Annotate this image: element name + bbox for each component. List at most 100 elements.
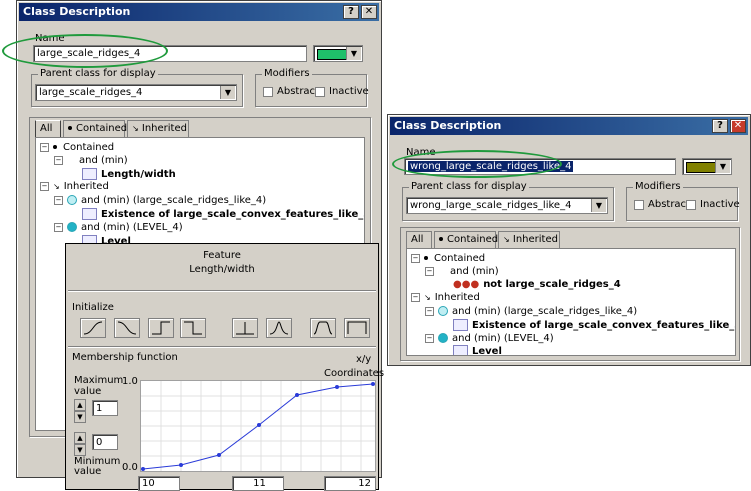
membership-point[interactable]	[141, 467, 145, 471]
init-range-button[interactable]	[310, 318, 336, 338]
tree-label: Existence of large_scale_convex_features…	[101, 209, 364, 220]
membership-graph[interactable]	[140, 380, 376, 472]
tree-label: and (min)	[79, 155, 128, 166]
annotation-oval	[2, 34, 168, 68]
inactive-checkbox[interactable]	[315, 87, 325, 97]
chevron-down-icon: ▼	[346, 47, 361, 60]
help-button[interactable]: ?	[712, 119, 728, 133]
window-title: Class Description	[394, 119, 502, 132]
tree-node-and-min-ridges[interactable]: − and (min) (large_scale_ridges_like_4)	[54, 195, 266, 206]
tree-node-existence[interactable]: Existence of large_scale_convex_features…	[82, 208, 364, 220]
tree-label: Existence of large_scale_convex_features…	[472, 320, 735, 331]
collapse-icon: −	[425, 266, 434, 276]
tab-all[interactable]: All	[406, 231, 432, 248]
init-full-button[interactable]	[344, 318, 370, 338]
init-single-button[interactable]	[232, 318, 258, 338]
tree-node-level[interactable]: Level	[453, 345, 502, 355]
tree-node-and-min[interactable]: − and (min)	[425, 266, 499, 277]
modifiers-label: Modifiers	[633, 181, 683, 192]
title-bar[interactable]: Class Description ? ✕	[19, 3, 379, 21]
init-gauss-button[interactable]	[266, 318, 292, 338]
window-title: Class Description	[23, 5, 131, 18]
tree-node-length-width[interactable]: Length/width	[82, 168, 176, 180]
xy-label: x/y	[356, 354, 372, 365]
collapse-icon: −	[40, 142, 49, 152]
init-rising-button[interactable]	[80, 318, 106, 338]
title-bar[interactable]: Class Description ? ✕	[390, 117, 748, 135]
tree-label: and (min) (LEVEL_4)	[81, 222, 183, 233]
abstract-checkbox[interactable]	[263, 87, 273, 97]
full-range-icon	[347, 321, 367, 334]
tree-node-existence[interactable]: Existence of large_scale_convex_features…	[453, 319, 735, 331]
tree-label: not large_scale_ridges_4	[483, 279, 621, 290]
tab-all[interactable]: All	[35, 120, 61, 137]
tree-node-and-min-ridges[interactable]: − and (min) (large_scale_ridges_like_4)	[425, 306, 637, 317]
modifiers-label: Modifiers	[262, 68, 312, 79]
min-down-icon[interactable]: ▼	[74, 444, 86, 456]
membership-point[interactable]	[371, 382, 375, 386]
min-value-input[interactable]: 0	[92, 434, 118, 450]
init-step-down-button[interactable]	[180, 318, 206, 338]
circle-icon	[67, 195, 77, 205]
init-falling-button[interactable]	[114, 318, 140, 338]
tab-contained[interactable]: Contained	[63, 120, 127, 137]
level-icon	[453, 345, 468, 355]
class-tree[interactable]: − Contained − and (min) ●●● not large_scale…	[406, 248, 736, 356]
tree-node-and-min-level[interactable]: − and (min) (LEVEL_4)	[54, 222, 183, 233]
circle-icon	[438, 306, 448, 316]
tree-label: and (min) (large_scale_ridges_like_4)	[452, 306, 638, 317]
membership-point[interactable]	[179, 463, 183, 467]
tree-node-contained[interactable]: − Contained	[40, 142, 114, 153]
inherit-icon: ↘	[424, 293, 431, 302]
max-up-icon[interactable]: ▲	[74, 399, 86, 411]
gauss-curve-icon	[269, 321, 289, 335]
inactive-label: Inactive	[329, 86, 369, 97]
collapse-icon: −	[54, 155, 63, 165]
divider	[68, 290, 376, 291]
tree-node-inherited[interactable]: − ↘ Inherited	[40, 181, 109, 192]
membership-point[interactable]	[335, 385, 339, 389]
tree-label: and (min) (LEVEL_4)	[452, 333, 554, 344]
falling-curve-icon	[117, 321, 137, 335]
membership-curve	[141, 381, 375, 471]
color-picker[interactable]: ▼	[313, 45, 363, 62]
feature-curve-icon	[82, 208, 97, 220]
tab-inherited[interactable]: ↘ Inherited	[127, 120, 189, 137]
color-picker[interactable]: ▼	[682, 158, 732, 175]
step-up-icon	[152, 321, 170, 335]
tab-contained[interactable]: Contained	[434, 231, 498, 248]
membership-point[interactable]	[257, 423, 261, 427]
max-value-input[interactable]: 1	[92, 400, 118, 416]
parent-class-select[interactable]: large_scale_ridges_4 ▼	[35, 84, 237, 101]
collapse-icon: −	[425, 306, 434, 316]
membership-point[interactable]	[295, 393, 299, 397]
parent-class-label: Parent class for display	[409, 181, 529, 192]
abstract-checkbox[interactable]	[634, 200, 644, 210]
range-curve-icon	[313, 321, 333, 335]
chevron-down-icon: ▼	[715, 160, 730, 173]
close-button[interactable]: ✕	[361, 5, 377, 19]
tree-node-and-min-level[interactable]: − and (min) (LEVEL_4)	[425, 333, 554, 344]
x-mid-input[interactable]: 11	[232, 476, 284, 491]
tree-node-inherited[interactable]: − ↘ Inherited	[411, 292, 480, 303]
parent-class-label: Parent class for display	[38, 68, 158, 79]
tab-inherited[interactable]: ↘ Inherited	[498, 231, 560, 248]
tree-node-contained[interactable]: − Contained	[411, 253, 485, 264]
close-button[interactable]: ✕	[730, 119, 746, 133]
help-button[interactable]: ?	[343, 5, 359, 19]
inherit-icon: ↘	[53, 182, 60, 191]
dot-icon	[53, 144, 57, 149]
max-down-icon[interactable]: ▼	[74, 411, 86, 423]
membership-label: Membership function	[72, 352, 178, 363]
min-up-icon[interactable]: ▲	[74, 432, 86, 444]
x-min-input[interactable]: 10	[138, 476, 180, 491]
tree-node-not[interactable]: ●●● not large_scale_ridges_4	[453, 279, 621, 290]
tree-node-and-min[interactable]: − and (min)	[54, 155, 128, 166]
y-top-label: 1.0	[122, 376, 138, 387]
inactive-checkbox[interactable]	[686, 200, 696, 210]
x-max-input[interactable]: 12	[324, 476, 376, 491]
init-step-up-button[interactable]	[148, 318, 174, 338]
initialize-label: Initialize	[72, 302, 114, 313]
parent-class-select[interactable]: wrong_large_scale_ridges_like_4 ▼	[406, 197, 608, 214]
membership-point[interactable]	[217, 453, 221, 457]
